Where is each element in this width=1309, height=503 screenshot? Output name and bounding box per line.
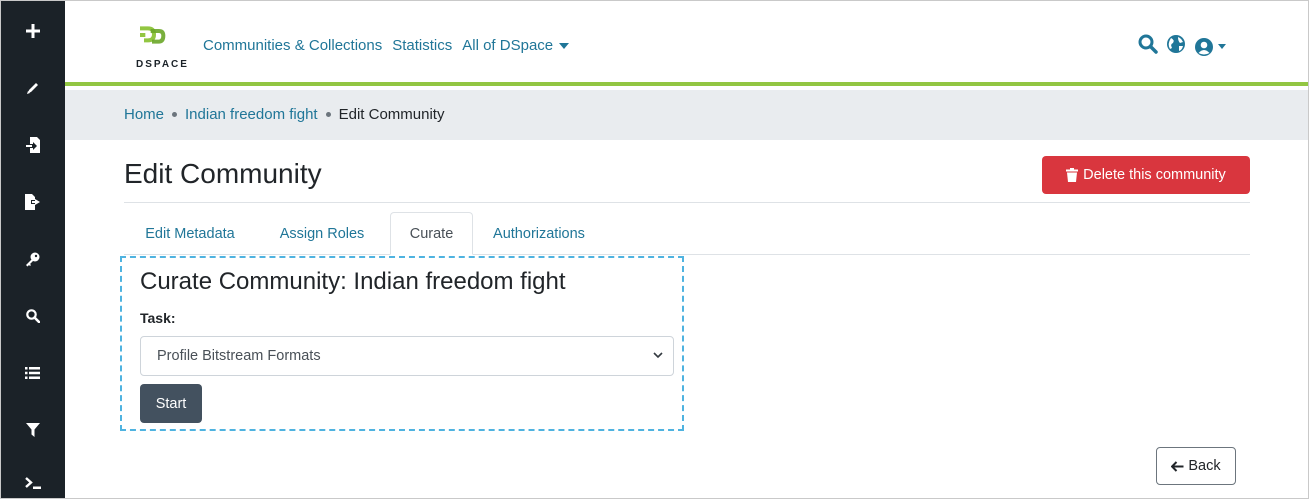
breadcrumb: Home Indian freedom fight Edit Community: [124, 106, 444, 123]
user-icon[interactable]: [1194, 37, 1226, 57]
plus-icon[interactable]: [0, 11, 65, 51]
delete-community-button[interactable]: Delete this community: [1042, 156, 1250, 194]
trash-icon: [1066, 168, 1079, 182]
nav-all-of-dspace[interactable]: All of DSpace: [462, 37, 570, 54]
breadcrumb-separator: [172, 112, 178, 117]
import-icon[interactable]: [0, 125, 65, 165]
start-button[interactable]: Start: [140, 384, 202, 423]
main-nav: Communities & Collections Statistics All…: [203, 37, 579, 54]
breadcrumb-home[interactable]: Home: [124, 106, 164, 123]
task-select-value: Profile Bitstream Formats: [157, 348, 321, 364]
curate-panel: Curate Community: Indian freedom fight T…: [120, 256, 684, 431]
tab-edit-metadata[interactable]: Edit Metadata: [124, 212, 256, 255]
admin-sidebar: [0, 0, 65, 499]
terminal-icon[interactable]: [0, 463, 65, 503]
breadcrumb-separator: [325, 112, 331, 117]
task-label: Task:: [140, 310, 176, 326]
breadcrumb-bar: Home Indian freedom fight Edit Community: [65, 90, 1309, 140]
nav-all-of-dspace-label: All of DSpace: [462, 37, 554, 54]
breadcrumb-current: Edit Community: [338, 106, 445, 123]
site-header: DSPACE Communities & Collections Statist…: [65, 0, 1309, 86]
back-button[interactable]: Back: [1156, 447, 1236, 485]
tab-authorizations[interactable]: Authorizations: [474, 212, 604, 255]
divider: [124, 202, 1250, 203]
edit-tabs: Edit Metadata Assign Roles Curate Author…: [124, 212, 1250, 255]
arrow-left-icon: [1171, 460, 1184, 472]
dspace-logo-icon[interactable]: [137, 25, 171, 57]
tab-curate[interactable]: Curate: [390, 212, 473, 255]
task-select[interactable]: Profile Bitstream Formats: [140, 336, 674, 376]
logo-wordmark: DSPACE: [136, 59, 189, 70]
back-label: Back: [1188, 458, 1221, 474]
filter-icon[interactable]: [0, 410, 65, 450]
page-title: Edit Community: [124, 158, 322, 189]
delete-community-label: Delete this community: [1083, 167, 1226, 183]
list-icon[interactable]: [0, 353, 65, 393]
pencil-icon[interactable]: [0, 68, 65, 108]
chevron-down-icon: [653, 352, 663, 359]
caret-down-icon: [559, 43, 570, 50]
search-icon[interactable]: [1138, 34, 1158, 59]
caret-down-icon: [1218, 44, 1226, 49]
export-icon[interactable]: [0, 182, 65, 222]
curate-title: Curate Community: Indian freedom fight: [140, 268, 566, 295]
nav-statistics[interactable]: Statistics: [392, 37, 452, 54]
search-icon[interactable]: [0, 296, 65, 336]
nav-communities-collections[interactable]: Communities & Collections: [203, 37, 382, 54]
globe-icon[interactable]: [1166, 34, 1186, 59]
header-actions: [1138, 34, 1234, 59]
key-icon[interactable]: [0, 239, 65, 279]
breadcrumb-community[interactable]: Indian freedom fight: [185, 106, 318, 123]
tab-assign-roles[interactable]: Assign Roles: [256, 212, 388, 255]
